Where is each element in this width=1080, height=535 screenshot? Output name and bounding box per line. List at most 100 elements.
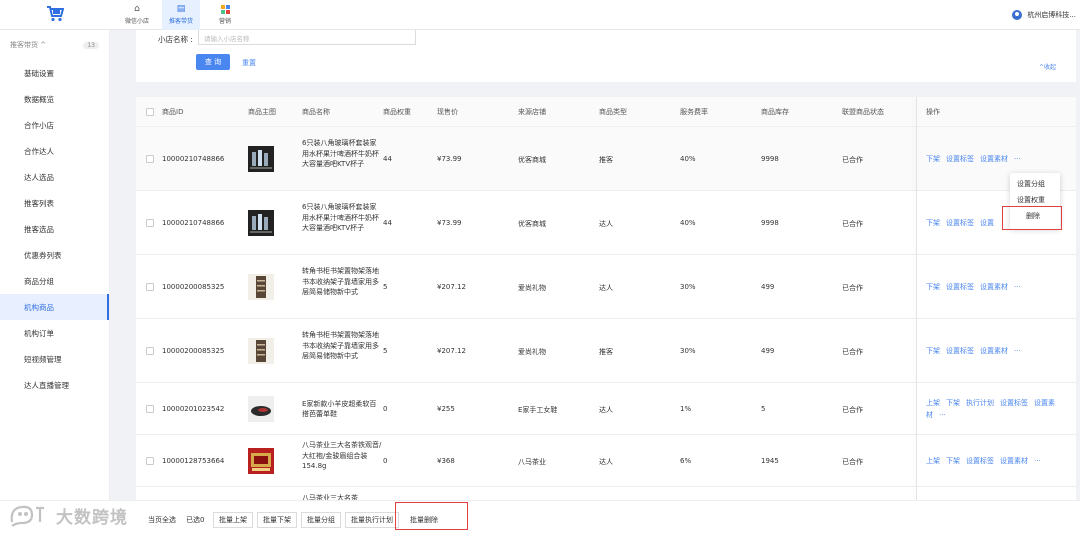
col-product-name: 商品名称	[302, 108, 330, 116]
row-action-link[interactable]: ···	[1014, 155, 1021, 163]
row-action-link[interactable]: 执行计划	[966, 399, 994, 407]
row-checkbox[interactable]	[146, 155, 154, 163]
row-action-link[interactable]: 设置素材	[980, 155, 1008, 163]
product-id: 10000210748866	[162, 155, 225, 163]
source-shop: E家手工女鞋	[518, 406, 558, 414]
row-checkbox[interactable]	[146, 219, 154, 227]
query-button[interactable]: 查 询	[196, 54, 230, 70]
row-action-link[interactable]: ···	[1014, 283, 1021, 291]
sidebar-item[interactable]: 优惠券列表	[0, 242, 109, 268]
sidebar-section-title: 推客带货	[10, 41, 38, 49]
cart-logo-icon[interactable]	[46, 5, 64, 23]
shop-name-input[interactable]: 请输入小店名称	[198, 30, 416, 45]
select-all-checkbox[interactable]	[146, 108, 154, 116]
row-checkbox[interactable]	[146, 347, 154, 355]
sidebar-item[interactable]: 机构商品	[0, 294, 109, 320]
sidebar-item[interactable]: 基础设置	[0, 60, 109, 86]
sidebar-item[interactable]: 推客选品	[0, 216, 109, 242]
product-thumbnail[interactable]	[248, 210, 274, 236]
product-type: 达人	[599, 220, 613, 228]
nav-weixin-shop[interactable]: ⌂ 微信小店	[118, 0, 156, 30]
table-row: 10000128753664 八马茶业三大名茶铁观音/大红袍/金骏眉组合装154.…	[136, 435, 1076, 487]
alliance-status: 已合作	[842, 348, 863, 356]
user-menu[interactable]: 杭州启博科技...	[1012, 0, 1080, 30]
row-action-link[interactable]: 下架	[946, 399, 960, 407]
row-action-link[interactable]: 设置标签	[966, 457, 994, 465]
row-checkbox[interactable]	[146, 405, 154, 413]
service-rate: 6%	[680, 457, 692, 465]
sidebar-item[interactable]: 达人直播管理	[0, 372, 109, 398]
row-action-link[interactable]: 设置标签	[946, 155, 974, 163]
sidebar-item[interactable]: 推客列表	[0, 190, 109, 216]
col-actions: 操作	[926, 108, 940, 116]
collapse-toggle[interactable]: ^收起	[1039, 62, 1056, 71]
sidebar-item[interactable]: 合作达人	[0, 138, 109, 164]
source-shop: 爱尚礼物	[518, 284, 546, 292]
row-action-link[interactable]: 设置标签	[946, 283, 974, 291]
row-checkbox[interactable]	[146, 283, 154, 291]
watermark-text: 大数跨境	[56, 507, 128, 528]
row-action-link[interactable]: 设置标签	[1000, 399, 1028, 407]
row-action-link[interactable]: 设置标签	[946, 347, 974, 355]
product-thumbnail[interactable]	[248, 448, 274, 474]
row-action-link[interactable]: 下架	[926, 347, 940, 355]
sidebar-count-badge: 13	[83, 41, 99, 49]
row-action-link[interactable]: ···	[1034, 457, 1041, 465]
product-thumbnail[interactable]	[248, 338, 274, 364]
col-status: 联盟商品状态	[842, 108, 884, 116]
product-thumbnail[interactable]	[248, 274, 274, 300]
service-rate: 40%	[680, 219, 696, 227]
main-content: 小店名称 : 请输入小店名称 查 询 重置 ^收起 商品ID 商品主图 商品名称…	[136, 30, 1076, 535]
product-name: E家新款小羊皮超柔软百搭芭蕾单鞋	[302, 399, 377, 419]
batch-group-button[interactable]: 批量分组	[301, 512, 341, 528]
sidebar-item[interactable]: 机构订单	[0, 320, 109, 346]
batch-offline-button[interactable]: 批量下架	[257, 512, 297, 528]
row-action-link[interactable]: 设置标签	[946, 219, 974, 227]
product-thumbnail[interactable]	[248, 396, 274, 422]
service-rate: 1%	[680, 405, 692, 413]
nav-label: 营销	[218, 18, 231, 25]
row-actions: 下架 设置标签 设置素材 ···	[926, 281, 1056, 293]
sidebar-item[interactable]: 数据概览	[0, 86, 109, 112]
alliance-status: 已合作	[842, 156, 863, 164]
sidebar-item[interactable]: 达人选品	[0, 164, 109, 190]
source-shop: 爱尚礼物	[518, 348, 546, 356]
reset-button[interactable]: 重置	[242, 58, 256, 68]
filter-panel: 小店名称 : 请输入小店名称 查 询 重置 ^收起	[136, 30, 1076, 82]
menu-item-set-group[interactable]: 设置分组	[1010, 176, 1060, 192]
product-stock: 1945	[761, 457, 779, 465]
row-action-link[interactable]: ···	[939, 411, 946, 419]
grid-icon	[220, 5, 230, 14]
row-action-link[interactable]: 上架	[926, 399, 940, 407]
row-action-link[interactable]: 下架	[926, 155, 940, 163]
row-action-link[interactable]: 设置素材	[1000, 457, 1028, 465]
row-action-link[interactable]: 设置素材	[980, 283, 1008, 291]
sidebar-section-header[interactable]: 推客带货 ^ 13	[0, 30, 109, 60]
product-thumbnail[interactable]	[248, 146, 274, 172]
row-action-link[interactable]: ···	[1014, 347, 1021, 355]
nav-label: 推客带货	[168, 18, 193, 25]
col-stock: 商品库存	[761, 108, 789, 116]
row-actions: 上架 下架 设置标签 设置素材 ···	[926, 455, 1056, 467]
nav-tuike[interactable]: ▤ 推客带货	[162, 0, 200, 30]
batch-plan-button[interactable]: 批量执行计划	[345, 512, 399, 528]
sidebar-item[interactable]: 短视频管理	[0, 346, 109, 372]
batch-online-button[interactable]: 批量上架	[213, 512, 253, 528]
row-action-link[interactable]: 下架	[926, 283, 940, 291]
row-action-link[interactable]: 下架	[946, 457, 960, 465]
sidebar-item[interactable]: 合作小店	[0, 112, 109, 138]
sidebar-item[interactable]: 商品分组	[0, 268, 109, 294]
row-action-link[interactable]: 设置	[980, 219, 994, 227]
store-icon: ▤	[176, 4, 186, 14]
product-type: 达人	[599, 458, 613, 466]
nav-marketing[interactable]: 营销	[206, 0, 244, 30]
select-page-label[interactable]: 当页全选	[148, 515, 176, 525]
batch-delete-highlight-box	[395, 502, 468, 530]
row-action-link[interactable]: 上架	[926, 457, 940, 465]
row-checkbox[interactable]	[146, 457, 154, 465]
delete-highlight-box	[1002, 206, 1062, 230]
row-action-link[interactable]: 设置素材	[980, 347, 1008, 355]
table-row: 10000210748866 6只装八角玻璃杯套装家用水杯果汁啤酒杯牛奶杯大容量酒…	[136, 191, 1076, 255]
table-row: 10000210748866 6只装八角玻璃杯套装家用水杯果汁啤酒杯牛奶杯大容量酒…	[136, 127, 1076, 191]
row-action-link[interactable]: 下架	[926, 219, 940, 227]
